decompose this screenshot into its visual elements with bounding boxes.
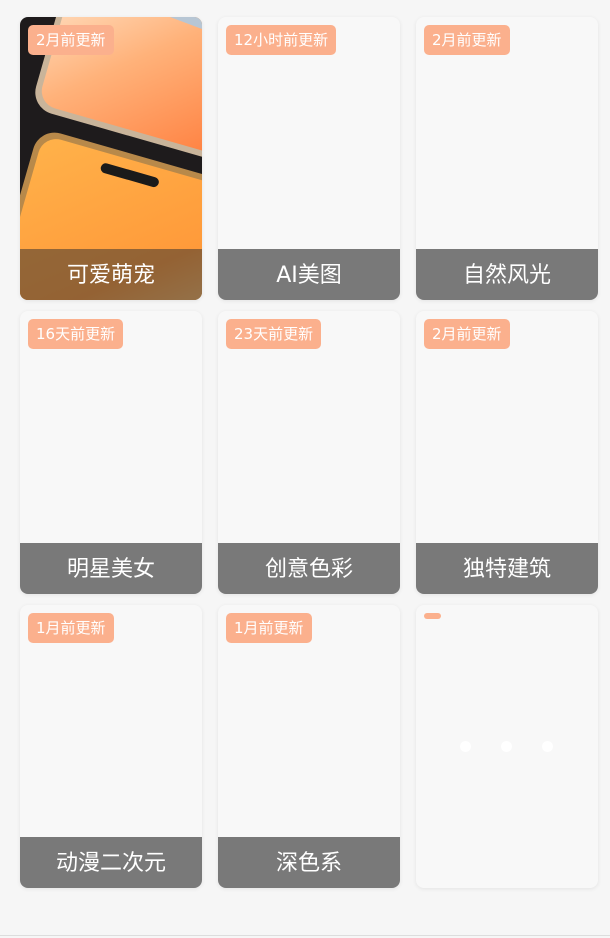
category-title: 独特建筑 [416,543,598,594]
category-title: 明星美女 [20,543,202,594]
category-card-dark[interactable]: 1月前更新 深色系 [218,605,400,888]
category-title: 深色系 [218,837,400,888]
loading-badge-placeholder [424,613,441,619]
category-card-cute-pets[interactable]: 2月前更新 可爱萌宠 [20,17,202,300]
bottom-divider [0,935,610,936]
loading-dot [501,741,512,752]
update-badge: 2月前更新 [424,25,510,55]
update-badge: 2月前更新 [424,319,510,349]
category-card-nature[interactable]: 2月前更新 自然风光 [416,17,598,300]
update-badge: 23天前更新 [226,319,322,349]
category-card-creative-colors[interactable]: 23天前更新 创意色彩 [218,311,400,594]
category-title: 动漫二次元 [20,837,202,888]
category-card-architecture[interactable]: 2月前更新 独特建筑 [416,311,598,594]
loading-dot [542,741,553,752]
update-badge: 1月前更新 [28,613,114,643]
update-badge: 1月前更新 [226,613,312,643]
category-title: AI美图 [218,249,400,300]
category-title: 可爱萌宠 [20,249,202,300]
loading-indicator [460,741,560,755]
loading-dot [460,741,471,752]
category-card-celebrities[interactable]: 16天前更新 明星美女 [20,311,202,594]
update-badge: 2月前更新 [28,25,114,55]
update-badge: 12小时前更新 [226,25,337,55]
loading-card [416,605,598,888]
update-badge: 16天前更新 [28,319,124,349]
category-card-anime[interactable]: 1月前更新 动漫二次元 [20,605,202,888]
category-title: 创意色彩 [218,543,400,594]
category-card-ai-images[interactable]: 12小时前更新 AI美图 [218,17,400,300]
category-title: 自然风光 [416,249,598,300]
wallpaper-category-grid: 2月前更新 可爱萌宠 12小时前更新 AI美图 2月前更新 自然风光 16天前更… [20,17,598,888]
